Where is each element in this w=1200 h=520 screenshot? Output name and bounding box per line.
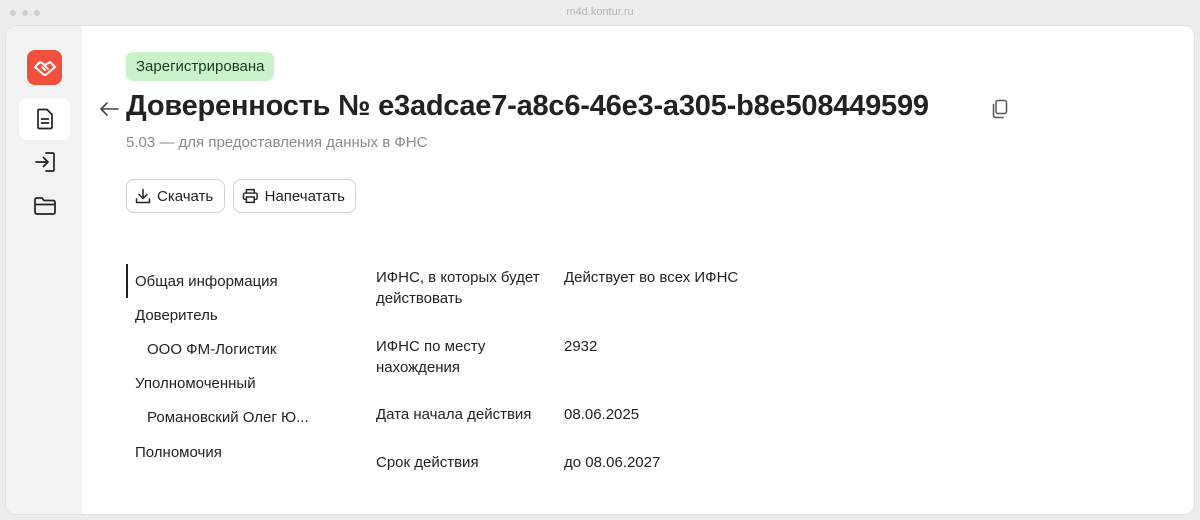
handshake-icon <box>33 60 56 76</box>
field-label-ifns-location: ИФНС по месту нахождения <box>376 338 486 376</box>
sidebar-item-documents[interactable] <box>19 98 70 140</box>
toc-item-representative[interactable]: Уполномоченный <box>135 375 256 392</box>
sidebar <box>6 26 82 514</box>
toc-item-general[interactable]: Общая информация <box>135 273 278 290</box>
field-value-ifns-scope: Действует во всех ИФНС <box>564 269 739 286</box>
field-value-ifns-location: 2932 <box>564 338 598 355</box>
browser-chrome: m4d.kontur.ru <box>0 0 1200 26</box>
copy-button[interactable] <box>989 98 1011 120</box>
status-badge: Зарегистрирована <box>126 52 275 81</box>
folder-icon <box>33 197 56 215</box>
printer-icon <box>242 188 258 204</box>
toc-item-representative-person[interactable]: Романовский Олег Ю... <box>147 409 309 426</box>
app-window: Зарегистрирована Доверенность № e3adcae7… <box>6 26 1194 514</box>
sidebar-item-archive[interactable] <box>19 185 70 227</box>
address-bar[interactable]: m4d.kontur.ru <box>0 6 1200 18</box>
field-label-start-date: Дата начала действия <box>376 406 532 423</box>
download-button-label: Скачать <box>157 187 214 205</box>
sign-in-icon <box>34 152 55 172</box>
toc-item-principal-company[interactable]: ООО ФМ-Логистик <box>147 341 276 358</box>
field-value-start-date: 08.06.2025 <box>564 406 640 423</box>
download-icon <box>135 188 151 204</box>
page-subtitle: 5.03 — для предоставления данных в ФНС <box>126 134 428 151</box>
page-title: Доверенность № e3adcae7-a8c6-46e3-a305-b… <box>126 90 929 122</box>
copy-icon <box>992 99 1008 119</box>
arrow-left-icon <box>100 102 119 116</box>
print-button[interactable]: Напечатать <box>233 179 356 213</box>
active-section-indicator <box>126 264 128 298</box>
sidebar-item-incoming[interactable] <box>19 141 70 183</box>
field-value-validity: до 08.06.2027 <box>564 454 661 471</box>
field-label-ifns-scope: ИФНС, в которых будет действовать <box>376 269 540 307</box>
download-button[interactable]: Скачать <box>126 179 225 213</box>
print-button-label: Напечатать <box>264 187 345 205</box>
app-logo[interactable] <box>27 50 62 85</box>
browser-window: m4d.kontur.ru Зарегистрирована Доверенно… <box>0 0 1200 520</box>
field-label-validity: Срок действия <box>376 454 479 471</box>
document-icon <box>36 108 53 130</box>
main-content: Зарегистрирована Доверенность № e3adcae7… <box>82 26 1194 514</box>
back-button[interactable] <box>96 96 122 122</box>
toc-item-powers[interactable]: Полномочия <box>135 444 222 461</box>
toc-item-principal[interactable]: Доверитель <box>135 307 218 324</box>
